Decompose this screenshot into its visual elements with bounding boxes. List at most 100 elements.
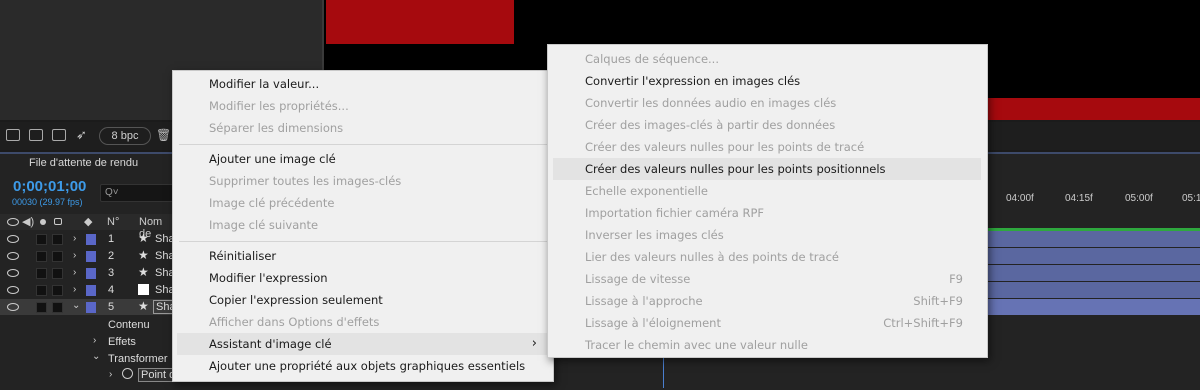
submenu-item-label: Lissage à l'éloignement [585,316,721,330]
solo-toggle[interactable] [36,285,47,296]
label-color[interactable] [86,251,96,262]
menu-item-edit-value[interactable]: Modifier la valeur... [173,73,553,95]
solo-toggle[interactable] [36,302,47,313]
layer-row[interactable]: › 4 Sha [0,282,175,298]
layer-number: 5 [108,301,115,313]
trash-icon[interactable]: 🗑 [156,128,171,142]
layer-duration-bar[interactable] [986,231,1200,248]
solid-layer-icon [138,284,149,295]
solo-column-icon[interactable] [40,219,46,225]
layer-row[interactable]: › 3 ★ Sha [0,265,175,281]
prop-effects[interactable]: Effets [108,336,136,348]
expand-icon[interactable]: › [73,267,76,278]
submenu-item-rpf-camera-import[interactable]: Importation fichier caméra RPF [548,202,987,224]
submenu-item-exponential-scale[interactable]: Echelle exponentielle [548,180,987,202]
solo-toggle[interactable] [36,251,47,262]
eye-icon[interactable] [7,303,19,311]
label-color[interactable] [86,302,96,313]
submenu-item-link-nulls-to-path-points[interactable]: Lier des valeurs nulles à des points de … [548,246,987,268]
expand-icon[interactable]: › [73,250,76,261]
menu-item-keyframe-assistant-label: Assistant d'image clé [209,337,332,351]
red-shape-layer-bottom[interactable] [986,98,1200,120]
expand-point-icon[interactable]: › [109,369,112,380]
layer-row[interactable]: › 1 ★ Sha [0,231,175,247]
submenu-item-nulls-for-position-points[interactable]: Créer des valeurs nulles pour les points… [553,158,981,180]
ruler-tick: 04:15f [1065,193,1093,204]
new-folder-icon[interactable] [29,129,43,141]
layer-duration-bar[interactable] [986,248,1200,265]
label-color[interactable] [86,268,96,279]
render-icon[interactable]: ➶ [76,127,87,143]
audio-column-icon[interactable]: ◀) [22,215,34,228]
layer-number: 3 [108,267,115,279]
lock-column-icon[interactable] [54,218,62,225]
prop-contents[interactable]: Contenu [108,319,150,331]
interpret-footage-icon[interactable] [6,129,20,141]
menu-item-add-keyframe[interactable]: Ajouter une image clé [173,148,553,170]
expand-icon[interactable]: › [73,284,76,295]
menu-item-keyframe-assistant[interactable]: Assistant d'image clé › [177,333,549,355]
submenu-item-reverse-keyframes[interactable]: Inverser les images clés [548,224,987,246]
time-ruler[interactable] [986,185,1200,230]
solo-toggle[interactable] [36,234,47,245]
layer-number: 4 [108,284,115,296]
lock-toggle[interactable] [52,302,63,313]
lock-toggle[interactable] [52,251,63,262]
label-color[interactable] [86,234,96,245]
eye-icon[interactable] [7,235,19,243]
expand-icon[interactable]: › [73,233,76,244]
menu-item-add-to-essential-graphics[interactable]: Ajouter une propriété aux objets graphiq… [173,355,553,377]
layer-duration-bar[interactable] [986,265,1200,282]
menu-item-separate-dimensions[interactable]: Séparer les dimensions [173,117,553,139]
keyframe-assistant-submenu: Calques de séquence... Convertir l'expre… [547,44,988,358]
eye-icon[interactable] [7,252,19,260]
layer-row[interactable]: › 2 ★ Sha [0,248,175,264]
ruler-tick: 04:00f [1006,193,1034,204]
layer-duration-bar[interactable] [986,282,1200,299]
submenu-item-easy-ease[interactable]: Lissage de vitesse F9 [548,268,987,290]
new-composition-icon[interactable] [52,129,66,141]
layer-row-selected[interactable]: ⌄ 5 ★ Sha [0,299,179,315]
bit-depth-button[interactable]: 8 bpc [99,127,151,145]
tab-render-queue[interactable]: File d'attente de rendu [29,157,138,169]
submenu-arrow-icon: › [531,336,537,351]
menu-item-edit-expression[interactable]: Modifier l'expression [173,267,553,289]
stopwatch-icon[interactable] [122,368,133,379]
submenu-item-convert-expression-to-keyframes[interactable]: Convertir l'expression en images clés [548,70,987,92]
submenu-item-convert-audio-to-keyframes[interactable]: Convertir les données audio en images cl… [548,92,987,114]
collapse-transform-icon[interactable]: ⌄ [92,351,100,362]
submenu-item-label: Lissage de vitesse [585,272,691,286]
menu-separator [179,144,547,145]
submenu-item-sequence-layers[interactable]: Calques de séquence... [548,48,987,70]
eye-icon[interactable] [7,286,19,294]
submenu-item-easy-ease-out[interactable]: Lissage à l'éloignement Ctrl+Shift+F9 [548,312,987,334]
layer-duration-bar-selected[interactable] [986,299,1200,316]
shape-layer-icon: ★ [138,231,149,245]
menu-item-next-keyframe[interactable]: Image clé suivante [173,214,553,236]
menu-item-previous-keyframe[interactable]: Image clé précédente [173,192,553,214]
menu-item-delete-all-keyframes[interactable]: Supprimer toutes les images-clés [173,170,553,192]
submenu-item-nulls-for-path-points[interactable]: Créer des valeurs nulles pour les points… [548,136,987,158]
menu-item-reset[interactable]: Réinitialiser [173,245,553,267]
eye-icon[interactable] [7,269,19,277]
current-time-display[interactable]: 0;00;01;00 [13,178,86,195]
expand-effects-icon[interactable]: › [93,335,96,346]
submenu-item-keyframes-from-data[interactable]: Créer des images-clés à partir des donné… [548,114,987,136]
solo-toggle[interactable] [36,268,47,279]
collapse-icon[interactable]: ⌄ [72,300,80,311]
column-number: N° [107,216,120,228]
submenu-item-easy-ease-in[interactable]: Lissage à l'approche Shift+F9 [548,290,987,312]
timeline-search-input[interactable]: Q˅ [100,184,175,202]
menu-item-edit-properties[interactable]: Modifier les propriétés... [173,95,553,117]
label-column-icon[interactable]: ◆ [84,215,92,228]
menu-item-reveal-in-effect-controls[interactable]: Afficher dans Options d'effets [173,311,553,333]
label-color[interactable] [86,285,96,296]
red-shape-layer[interactable] [326,0,514,44]
lock-toggle[interactable] [52,234,63,245]
submenu-item-track-path-with-null[interactable]: Tracer le chemin avec une valeur nulle [548,334,987,356]
video-column-icon[interactable] [7,218,19,226]
prop-transform[interactable]: Transformer [108,353,168,365]
lock-toggle[interactable] [52,268,63,279]
lock-toggle[interactable] [52,285,63,296]
menu-item-copy-expression-only[interactable]: Copier l'expression seulement [173,289,553,311]
